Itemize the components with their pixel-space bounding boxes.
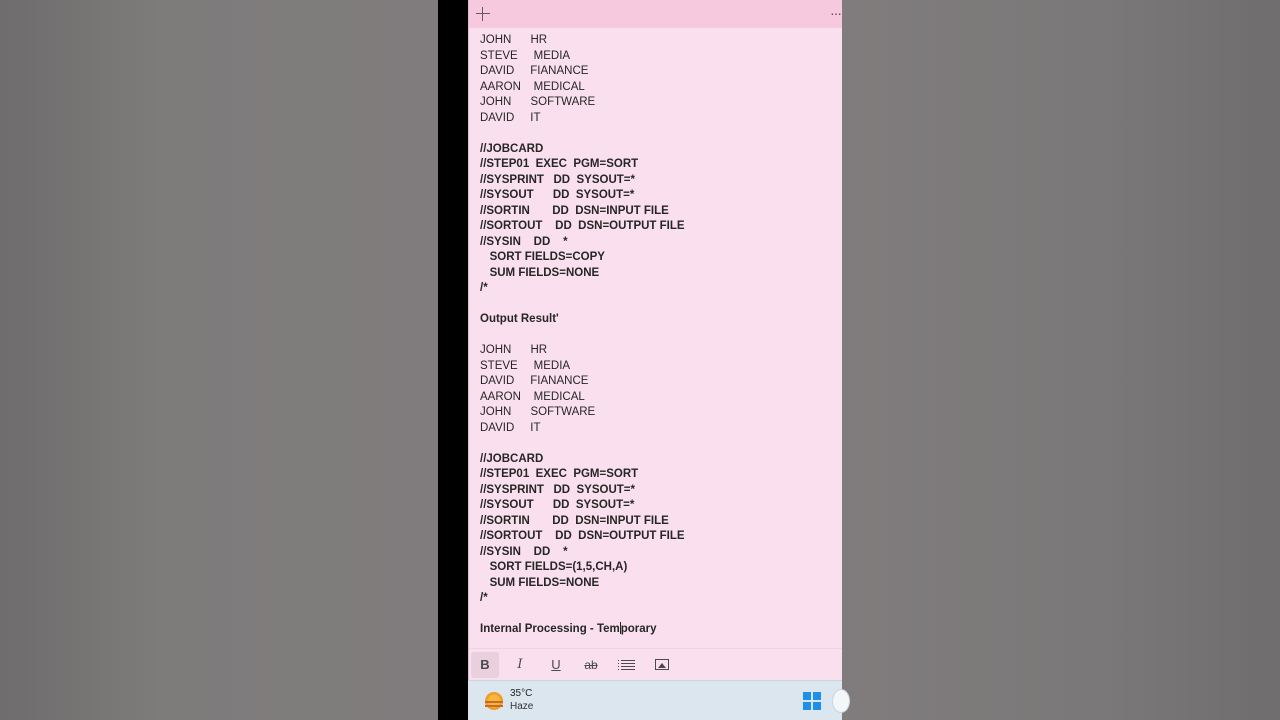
note-line: /* (480, 592, 488, 604)
note-line: JOHN HR (480, 344, 548, 356)
note-line: //SORTOUT DD DSN=OUTPUT FILE (480, 530, 685, 542)
note-line: SORT FIELDS=(1,5,CH,A) (480, 561, 628, 573)
note-titlebar: ··· (469, 0, 842, 28)
more-horizontal-icon[interactable]: ··· (830, 4, 842, 22)
note-line: //SYSIN DD * (480, 545, 568, 558)
italic-button[interactable]: I (506, 652, 534, 678)
underline-button[interactable]: U (542, 652, 570, 678)
sticky-note-window: ··· JOHN HR STEVE MEDIA DAVID FIANANCE AARO… (468, 0, 842, 680)
note-line: //SYSOUT DD SYSOUT=* (480, 499, 635, 511)
note-line: STEVE MEDIA (480, 359, 571, 372)
note-line: //SYSOUT DD SYSOUT=* (480, 189, 635, 201)
bold-button[interactable]: B (471, 652, 499, 678)
taskbar-overflow-button[interactable] (832, 689, 850, 713)
note-line: AARON MEDICAL (480, 390, 585, 403)
note-line: SORT FIELDS=COPY (480, 251, 605, 263)
note-line: //SYSPRINT DD SYSOUT=* (480, 483, 635, 496)
image-icon (655, 659, 669, 670)
formatting-toolbar: B I U ab (469, 648, 842, 680)
note-line: //SYSIN DD * (480, 235, 568, 248)
note-line: AARON MEDICAL (480, 80, 585, 93)
note-line: SUM FIELDS=NONE (480, 576, 600, 589)
note-line: DAVID IT (480, 111, 541, 124)
text-caret (619, 622, 621, 634)
note-line: //SORTIN DD DSN=INPUT FILE (480, 514, 669, 527)
weather-temperature[interactable]: 35°C (510, 688, 532, 699)
note-line: STEVE MEDIA (480, 49, 571, 62)
note-content[interactable]: JOHN HR STEVE MEDIA DAVID FIANANCE AARON ME… (480, 33, 835, 645)
note-line: DAVID FIANANCE (480, 65, 589, 77)
note-line: //JOBCARD (480, 452, 544, 465)
note-line: SUM FIELDS=NONE (480, 266, 600, 279)
insert-image-button[interactable] (648, 652, 676, 678)
note-line: Output Result' (480, 313, 559, 325)
note-line: JOHN HR (480, 34, 548, 46)
plus-icon[interactable] (475, 6, 491, 22)
haze-sun-icon[interactable] (485, 692, 503, 710)
note-line: //SORTOUT DD DSN=OUTPUT FILE (480, 220, 685, 232)
note-line: DAVID IT (480, 421, 541, 434)
note-line: JOHN SOFTWARE (480, 406, 596, 418)
bulleted-list-button[interactable] (613, 652, 641, 678)
strikethrough-button[interactable]: ab (577, 652, 605, 678)
note-line: Internal Processing - Temporary (480, 622, 657, 635)
note-line: //JOBCARD (480, 142, 544, 155)
note-line: //STEP01 EXEC PGM=SORT (480, 158, 639, 170)
taskbar: 35°C Haze (468, 680, 850, 720)
note-line: DAVID FIANANCE (480, 375, 589, 387)
note-line: /* (480, 282, 488, 294)
note-line: //SORTIN DD DSN=INPUT FILE (480, 204, 669, 217)
bulleted-list-icon (618, 660, 635, 671)
windows-start-icon[interactable] (803, 692, 821, 710)
left-black-border (438, 0, 468, 720)
note-line: JOHN SOFTWARE (480, 96, 596, 108)
weather-condition[interactable]: Haze (510, 701, 533, 712)
note-line: //SYSPRINT DD SYSOUT=* (480, 173, 635, 186)
note-line: //STEP01 EXEC PGM=SORT (480, 468, 639, 480)
